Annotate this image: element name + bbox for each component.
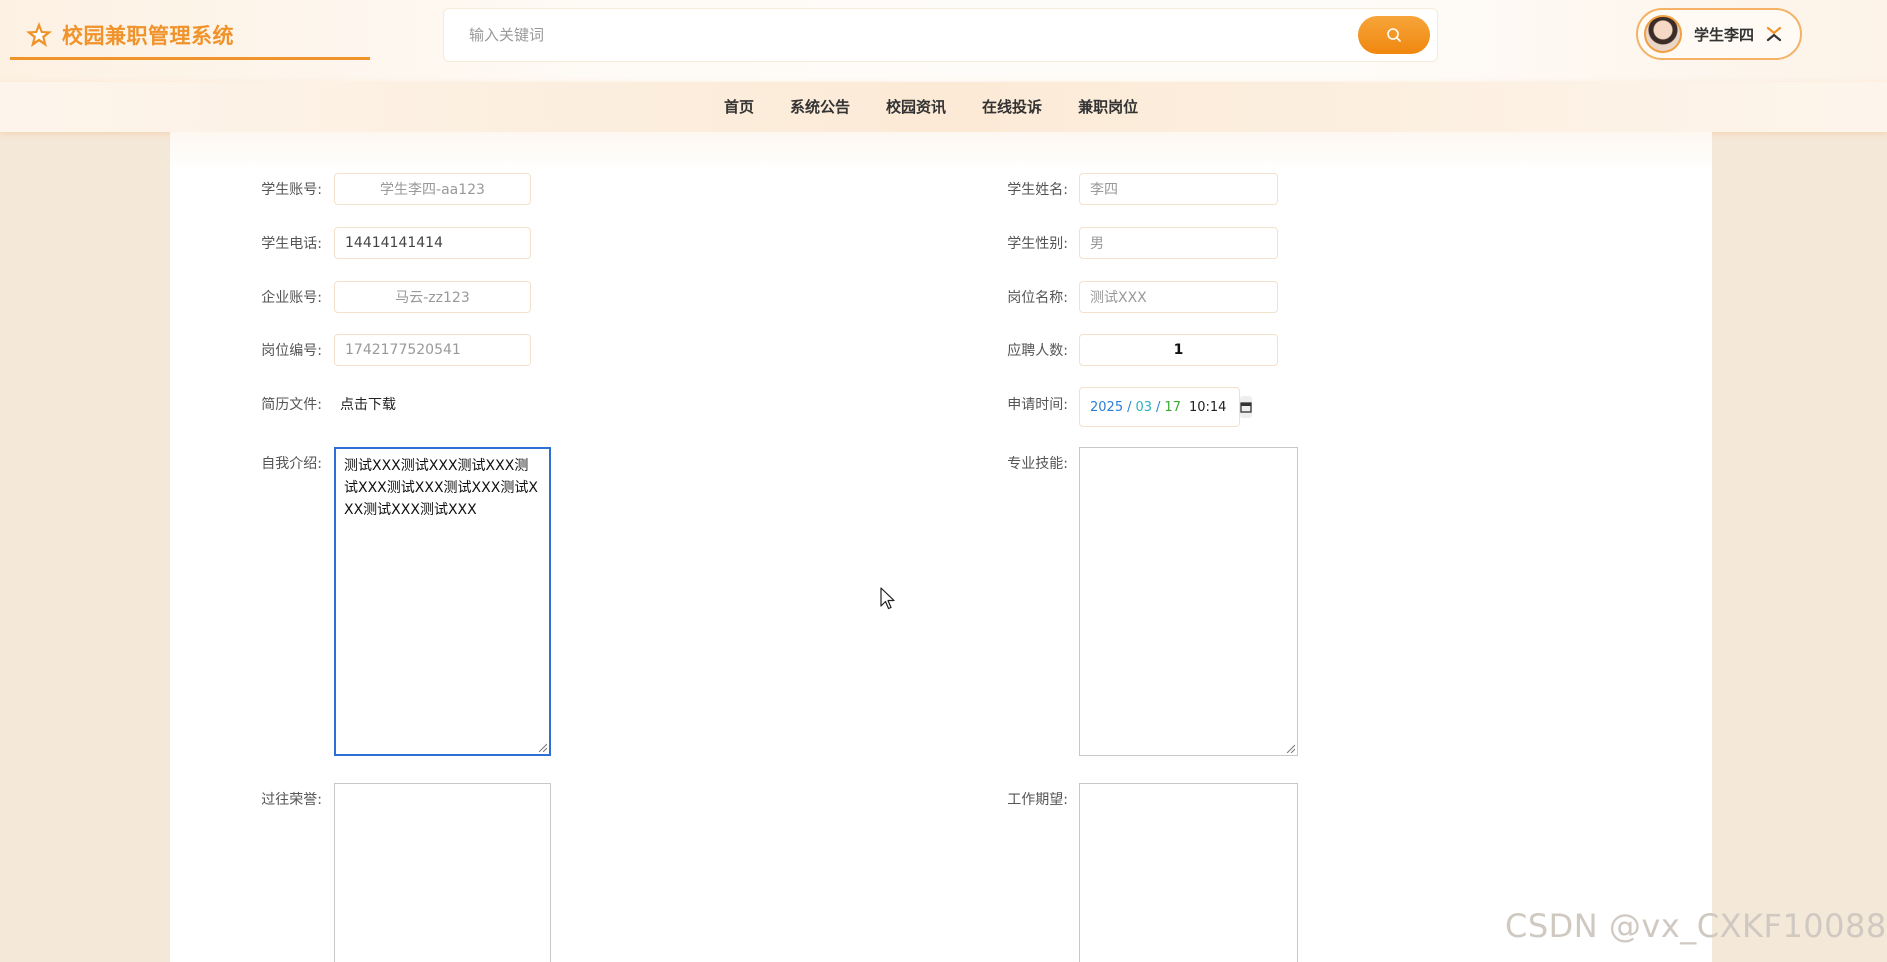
apply-time-picker[interactable]: 2025/03/17 10:14 <box>1079 387 1253 427</box>
student-account-label: 学生账号: <box>261 182 322 198</box>
skills-textarea[interactable] <box>1079 447 1298 756</box>
student-phone-label: 学生电话: <box>261 236 322 252</box>
company-account-label: 企业账号: <box>261 290 322 306</box>
nav-item-part-time-jobs[interactable]: 兼职岗位 <box>1060 82 1156 132</box>
student-account-field[interactable]: 学生李四-aa123 <box>334 173 531 205</box>
nav-item-home[interactable]: 首页 <box>706 82 772 132</box>
user-menu[interactable]: 学生李四 <box>1636 8 1802 60</box>
honors-textarea[interactable] <box>334 783 551 962</box>
watermark: CSDN @vx_CXKF10088 <box>1505 907 1887 945</box>
resume-file-label: 简历文件: <box>261 397 322 413</box>
student-phone-field[interactable]: 14414141414 <box>334 227 531 259</box>
student-name-label: 学生姓名: <box>1007 182 1068 198</box>
self-intro-text: 测试XXX测试XXX测试XXX测试XXX测试XXX测试XXX测试XXX测试XXX… <box>344 458 538 518</box>
calendar-icon <box>1240 402 1253 413</box>
search-icon <box>1387 28 1401 42</box>
search-input[interactable] <box>444 9 1358 61</box>
self-intro-textarea[interactable]: 测试XXX测试XXX测试XXX测试XXX测试XXX测试XXX测试XXX测试XXX… <box>334 447 551 756</box>
nav-item-campus-news[interactable]: 校园资讯 <box>868 82 964 132</box>
skills-label: 专业技能: <box>1007 456 1068 472</box>
search-button[interactable] <box>1358 16 1430 54</box>
main-nav: 首页 系统公告 校园资讯 在线投诉 兼职岗位 <box>0 82 1887 132</box>
job-number-field[interactable]: 1742177520541 <box>334 334 531 366</box>
student-gender-field[interactable]: 男 <box>1079 227 1278 259</box>
date-year: 2025 <box>1090 399 1124 415</box>
content-top-fade <box>170 132 1712 172</box>
honors-label: 过往荣誉: <box>261 792 322 808</box>
resume-download-link[interactable]: 点击下载 <box>340 394 396 414</box>
nav-item-announcements[interactable]: 系统公告 <box>772 82 868 132</box>
date-month: 03 <box>1135 399 1153 415</box>
expectation-label: 工作期望: <box>1007 792 1068 808</box>
app-logo[interactable]: 校园兼职管理系统 <box>10 12 370 60</box>
star-logo-icon <box>26 21 52 47</box>
application-form: 学生账号: 学生李四-aa123 学生姓名: 李四 学生电话: 14414141… <box>170 132 1712 962</box>
job-number-label: 岗位编号: <box>261 343 322 359</box>
student-gender-label: 学生性别: <box>1007 236 1068 252</box>
date-separator: / <box>1156 399 1161 415</box>
app-title: 校园兼职管理系统 <box>62 23 234 48</box>
applicant-count-field[interactable]: 1 <box>1079 334 1278 366</box>
resize-handle-icon[interactable] <box>537 742 547 752</box>
mouse-pointer-icon <box>880 587 895 610</box>
job-name-label: 岗位名称: <box>1007 290 1068 306</box>
date-separator: / <box>1127 399 1132 415</box>
self-intro-label: 自我介绍: <box>261 456 322 472</box>
date-day: 17 <box>1164 399 1181 415</box>
expectation-textarea[interactable] <box>1079 783 1298 962</box>
student-name-field[interactable]: 李四 <box>1079 173 1278 205</box>
date-time: 10:14 <box>1188 399 1227 415</box>
avatar <box>1644 15 1682 53</box>
company-account-field[interactable]: 马云-zz123 <box>334 281 531 313</box>
apply-time-label: 申请时间: <box>1007 397 1068 413</box>
job-name-field[interactable]: 测试XXX <box>1079 281 1278 313</box>
collapse-icon[interactable] <box>1766 26 1782 42</box>
user-name: 学生李四 <box>1694 25 1755 44</box>
search-bar <box>443 8 1438 62</box>
applicant-count-label: 应聘人数: <box>1007 343 1068 359</box>
calendar-button[interactable] <box>1240 396 1253 418</box>
header: 校园兼职管理系统 学生李四 <box>0 0 1887 82</box>
resize-handle-icon[interactable] <box>1285 743 1295 753</box>
nav-item-complaints[interactable]: 在线投诉 <box>964 82 1060 132</box>
